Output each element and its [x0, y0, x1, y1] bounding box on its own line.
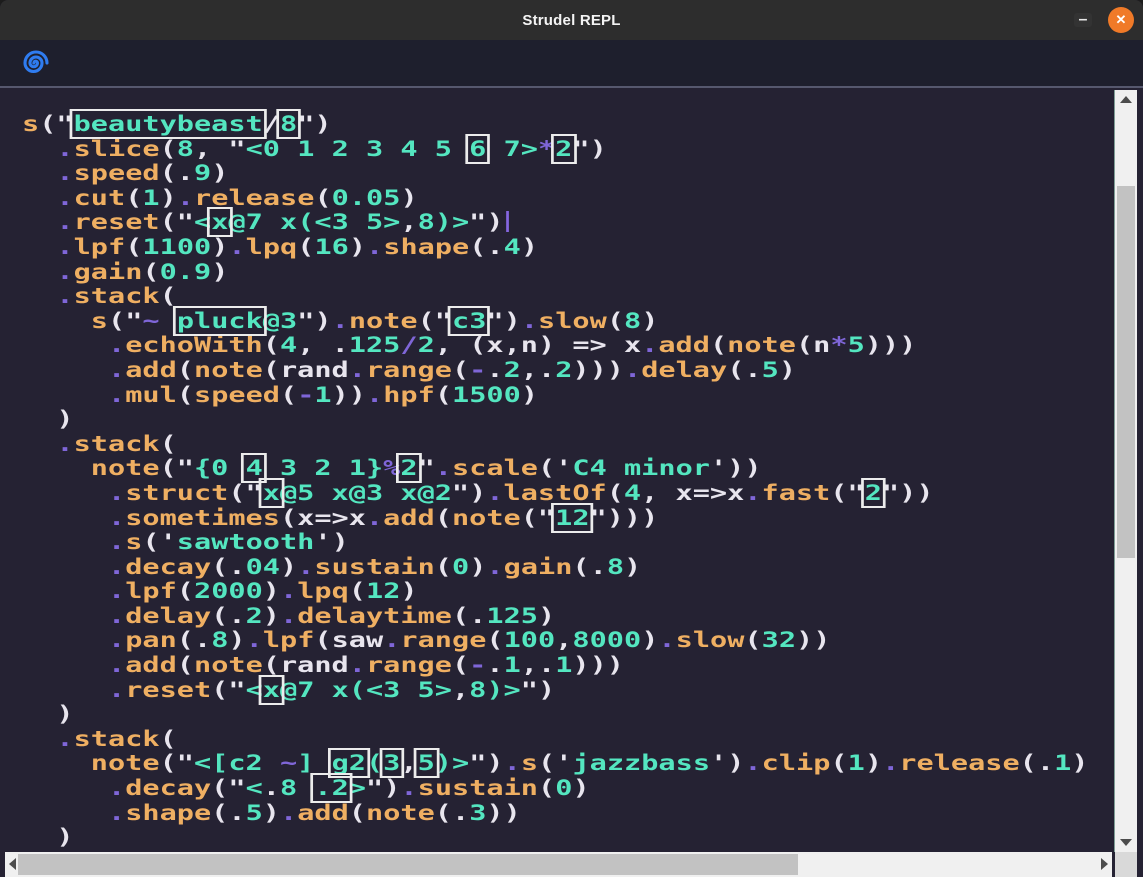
code-line: .delay(.2).delaytime(.125) [22, 604, 1088, 629]
active-event-highlight: 2 [865, 481, 882, 505]
app-header [0, 40, 1143, 88]
active-event-highlight: c3 [452, 309, 486, 333]
active-event-highlight: beautybeast [74, 112, 263, 136]
active-event-highlight: 3 [383, 751, 400, 775]
minimize-button[interactable]: – [1074, 13, 1092, 27]
text-cursor [506, 211, 509, 232]
code-line: .struct("x@5 x@3 x@2").lastOf(4, x=>x.fa… [22, 481, 1088, 506]
active-event-highlight: x [263, 481, 280, 505]
editor-area: s("beautybeast/8") .slice(8, "<0 1 2 3 4… [0, 90, 1143, 877]
vertical-scrollbar-thumb[interactable] [1117, 186, 1135, 558]
scroll-right-arrow-icon[interactable] [1101, 858, 1108, 870]
strudel-spiral-logo-icon[interactable] [22, 49, 50, 77]
active-event-highlight: 8 [280, 112, 297, 136]
code-line: .decay("<.8 .2>").sustain(0) [22, 776, 1088, 801]
active-event-highlight: 2 [400, 456, 417, 480]
code-line: .decay(.04).sustain(0).gain(.8) [22, 555, 1088, 580]
code-line: .speed(.9) [22, 161, 1088, 186]
active-event-highlight: x [211, 210, 228, 234]
window-controls: – ✕ [1074, 0, 1134, 40]
code-line: note("<[c2 ~] g2(3,5)>").s('jazzbass').c… [22, 751, 1088, 776]
code-line: .cut(1).release(0.05) [22, 186, 1088, 211]
code-line: .stack( [22, 727, 1088, 752]
code-line: .reset("<x@7 x(<3 5>,8)>") [22, 678, 1088, 703]
active-event-highlight: .2 [314, 776, 348, 800]
active-event-highlight: 5 [418, 751, 435, 775]
code-line: .reset("<x@7 x(<3 5>,8)>") [22, 210, 1088, 235]
vertical-scrollbar[interactable] [1114, 90, 1137, 852]
active-event-highlight: 4 [246, 456, 263, 480]
code-line: ) [22, 702, 1088, 727]
code-line: .add(note(rand.range(-.2,.2))).delay(.5) [22, 358, 1088, 383]
active-event-highlight: g2 [332, 751, 366, 775]
active-event-highlight: 12 [555, 506, 589, 530]
code-line: s("~ pluck@3").note("c3").slow(8) [22, 309, 1088, 334]
code-line: .sometimes(x=>x.add(note("12"))) [22, 506, 1088, 531]
code-line: .gain(0.9) [22, 260, 1088, 285]
code-line: .pan(.8).lpf(saw.range(100,8000).slow(32… [22, 628, 1088, 653]
horizontal-scrollbar[interactable] [5, 852, 1112, 877]
titlebar[interactable]: Strudel REPL – ✕ [0, 0, 1143, 40]
code-line: .echoWith(4, .125/2, (x,n) => x.add(note… [22, 333, 1088, 358]
code-line: ) [22, 407, 1088, 432]
code-editor[interactable]: s("beautybeast/8") .slice(8, "<0 1 2 3 4… [22, 112, 1088, 874]
active-event-highlight: 2 [555, 137, 572, 161]
code-line: .mul(speed(-1)).hpf(1500) [22, 383, 1088, 408]
close-button[interactable]: ✕ [1108, 7, 1134, 33]
code-line: note("{0 4 3 2 1}%2".scale('C4 minor')) [22, 456, 1088, 481]
code-line: .stack( [22, 284, 1088, 309]
active-event-highlight: x [263, 678, 280, 702]
horizontal-scrollbar-thumb[interactable] [18, 854, 798, 875]
scroll-down-arrow-icon[interactable] [1120, 839, 1132, 846]
code-line: .s('sawtooth') [22, 530, 1088, 555]
code-line: .lpf(1100).lpq(16).shape(.4) [22, 235, 1088, 260]
code-line: s("beautybeast/8") [22, 112, 1088, 137]
code-line: .lpf(2000).lpq(12) [22, 579, 1088, 604]
code-line: .add(note(rand.range(-.1,.1))) [22, 653, 1088, 678]
code-line: .stack( [22, 432, 1088, 457]
active-event-highlight: pluck [177, 309, 263, 333]
scroll-up-arrow-icon[interactable] [1120, 96, 1132, 103]
code-line: ) [22, 825, 1088, 850]
active-event-highlight: 6 [469, 137, 486, 161]
scrollbar-corner [1115, 852, 1137, 877]
scroll-left-arrow-icon[interactable] [9, 858, 16, 870]
code-line: .shape(.5).add(note(.3)) [22, 801, 1088, 826]
window-title: Strudel REPL [522, 12, 620, 29]
code-line: .slice(8, "<0 1 2 3 4 5 6 7>*2") [22, 137, 1088, 162]
strudel-repl-window: Strudel REPL – ✕ s("beautybeast/8") .sli… [0, 0, 1143, 877]
